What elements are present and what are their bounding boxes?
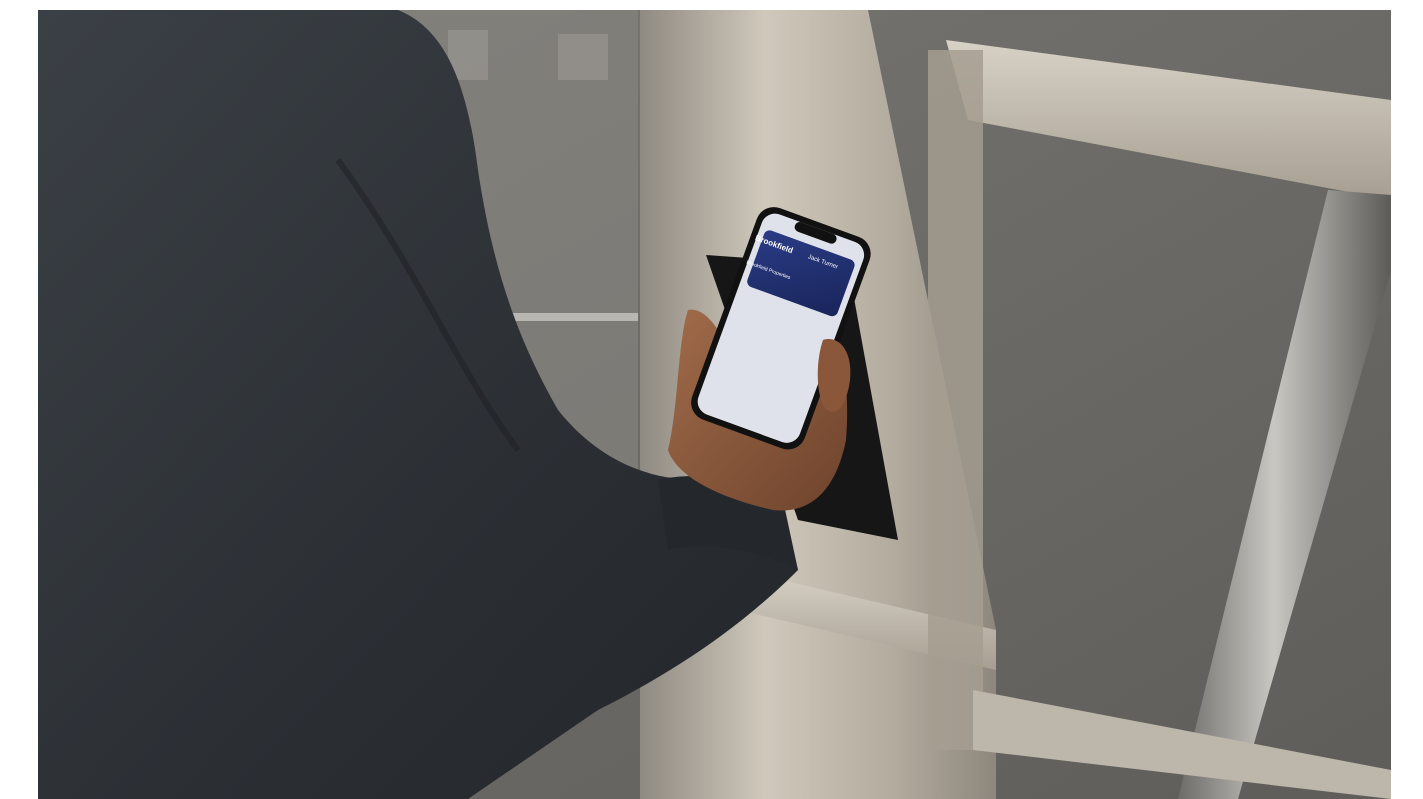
wall-tile-line-2 [558, 34, 608, 80]
photo-frame: Brookfield Jack Turner Brookfield Proper… [38, 10, 1391, 799]
railing-vertical-post [928, 50, 983, 750]
card-property-label: Brookfield Properties [745, 259, 792, 282]
access-gate-photo [38, 10, 1391, 799]
